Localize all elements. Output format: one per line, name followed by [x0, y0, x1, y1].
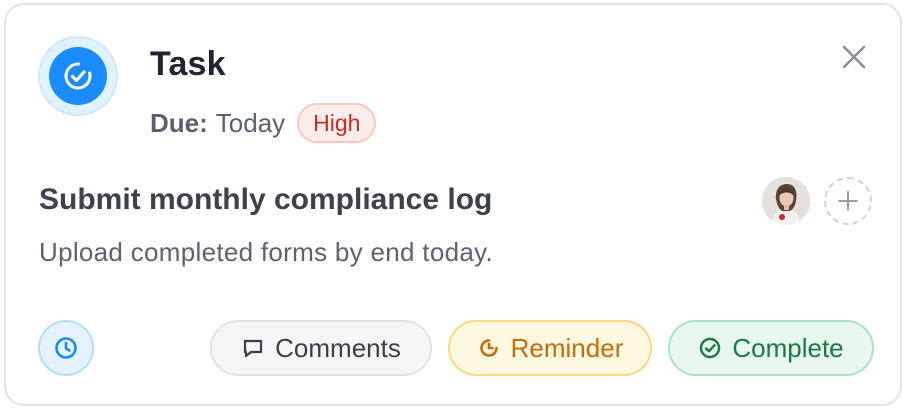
comments-button[interactable]: Comments [210, 320, 432, 376]
comment-icon [244, 339, 263, 358]
check-circle-icon [49, 47, 107, 105]
reminder-label: Reminder [510, 332, 624, 363]
task-card: Task Due: Today High Submit monthly comp… [4, 3, 902, 406]
due-value: Today [215, 107, 286, 138]
close-icon [842, 45, 866, 69]
schedule-button[interactable] [38, 320, 94, 376]
reminder-button[interactable]: Reminder [448, 320, 652, 376]
priority-badge: High [297, 103, 377, 143]
clock-icon [55, 337, 77, 359]
due-label: Due: [150, 107, 208, 138]
task-description: Upload completed forms by end today. [39, 237, 494, 267]
card-title: Task [150, 45, 226, 83]
comments-label: Comments [275, 332, 401, 363]
check-circle-icon [700, 337, 721, 359]
task-title: Submit monthly compliance log [39, 183, 493, 216]
reminder-icon [479, 339, 498, 357]
add-assignee-button[interactable] [824, 177, 872, 225]
complete-button[interactable]: Complete [668, 320, 874, 376]
assignee-avatar[interactable] [762, 177, 810, 225]
task-type-icon [38, 36, 118, 116]
plus-icon [838, 191, 858, 211]
close-button[interactable] [834, 37, 874, 77]
due-row: Due: Today High [150, 101, 377, 145]
complete-label: Complete [732, 332, 844, 363]
avatar-image [762, 177, 810, 225]
